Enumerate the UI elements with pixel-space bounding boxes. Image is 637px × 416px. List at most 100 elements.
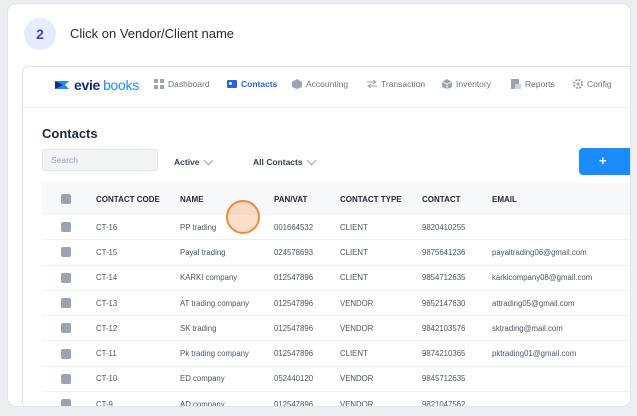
cell-contact: 9852147630 (422, 290, 492, 317)
header-contact-code[interactable]: CONTACT CODE (96, 183, 180, 215)
cell-contact-code: CT-10 (96, 366, 180, 393)
contacts-filter-dropdown[interactable]: All Contacts (253, 155, 317, 167)
cell-contact-code: CT-9 (96, 391, 180, 406)
table-row[interactable]: CT-13 AT trading company 012547896 VENDOR 98… (42, 290, 630, 317)
row-checkbox[interactable] (61, 323, 71, 334)
cell-pan-vat: 012547896 (274, 265, 340, 291)
app-screenshot-frame: evie books Dashboard Contacts Accounting … (22, 66, 630, 406)
nav-transaction-label: Transaction (381, 79, 426, 89)
search-input[interactable]: Search (42, 149, 158, 171)
cell-contact-code: CT-14 (96, 265, 180, 291)
cell-name[interactable]: KARKI company (180, 265, 274, 291)
cell-name[interactable]: Pk trading company (180, 340, 274, 367)
header-contact-type[interactable]: CONTACT TYPE (340, 183, 422, 215)
tutorial-card: 2 Click on Vendor/Client name evie books … (8, 4, 630, 406)
cell-name[interactable]: Payal trading (180, 239, 274, 266)
cell-contact-type: CLIENT (340, 239, 422, 266)
step-number-badge: 2 (24, 18, 56, 50)
row-checkbox[interactable] (61, 373, 71, 384)
contacts-table: CONTACT CODE NAME PAN/VAT CONTACT TYPE C… (42, 183, 630, 406)
table-row[interactable]: CT-12 SK trading 012547896 VENDOR 9842103576… (42, 315, 630, 342)
table-row[interactable]: CT-9 AD company 012547896 VENDOR 9821047562 (42, 391, 630, 406)
status-filter-value: Active (174, 157, 200, 167)
cell-pan-vat: 012547896 (274, 340, 340, 367)
row-checkbox[interactable] (61, 399, 71, 406)
cell-contact-type: CLIENT (340, 265, 422, 291)
cell-pan-vat: 012547896 (274, 391, 340, 406)
table-row[interactable]: CT-14 KARKI company 012547896 CLIENT 9854712… (42, 265, 630, 291)
row-checkbox[interactable] (61, 348, 71, 359)
header-email[interactable]: EMAIL (492, 183, 630, 215)
transaction-icon (367, 79, 377, 89)
cell-contact: 9874210365 (422, 340, 492, 367)
row-checkbox[interactable] (61, 272, 71, 283)
nav-accounting-label: Accounting (306, 79, 349, 89)
cell-pan-vat: 052440120 (274, 366, 340, 393)
nav-reports[interactable]: Reports (511, 79, 555, 89)
cell-contact-type: CLIENT (340, 215, 422, 241)
add-contact-button[interactable]: + (579, 148, 630, 175)
cell-email: attrading05@gmail.com (492, 290, 630, 317)
table-row[interactable]: CT-16 PP trading 001664532 CLIENT 9820410255 (42, 215, 630, 241)
top-navbar: evie books Dashboard Contacts Accounting … (23, 67, 630, 108)
cell-contact-code: CT-12 (96, 315, 180, 342)
table-row[interactable]: CT-10 ED company 052440120 VENDOR 9845712635 (42, 366, 630, 393)
select-all-checkbox[interactable] (61, 194, 71, 204)
nav-transaction[interactable]: Transaction (367, 79, 425, 89)
cell-contact-type: VENDOR (340, 315, 422, 342)
nav-inventory-label: Inventory (456, 79, 491, 89)
cell-contact-code: CT-11 (96, 340, 180, 367)
page-title: Contacts (42, 126, 98, 141)
cell-pan-vat: 012547896 (274, 315, 340, 342)
nav-inventory[interactable]: Inventory (442, 79, 491, 89)
cell-pan-vat: 001664532 (274, 215, 340, 241)
table-header-row: CONTACT CODE NAME PAN/VAT CONTACT TYPE C… (42, 183, 630, 215)
logo-mark-icon (55, 81, 69, 89)
cell-pan-vat: 012547896 (274, 290, 340, 317)
config-icon (573, 79, 583, 89)
row-checkbox[interactable] (61, 298, 71, 309)
nav-accounting[interactable]: Accounting (292, 79, 348, 89)
status-filter-dropdown[interactable]: Active (174, 155, 213, 167)
cell-name[interactable]: SK trading (180, 315, 274, 342)
cell-contact: 9875641236 (422, 239, 492, 266)
nav-dashboard[interactable]: Dashboard (154, 79, 210, 89)
nav-contacts-label: Contacts (241, 79, 278, 89)
evie-books-logo[interactable]: evie books (53, 77, 139, 93)
cell-pan-vat: 024578693 (274, 239, 340, 266)
cell-contact: 9845712635 (422, 366, 492, 393)
logo-text-books: books (103, 77, 139, 93)
nav-reports-label: Reports (525, 79, 555, 89)
cell-email (492, 366, 630, 393)
reports-icon (511, 79, 521, 89)
logo-text-evie: evie (74, 77, 101, 93)
nav-dashboard-label: Dashboard (168, 79, 210, 89)
contacts-icon (227, 80, 237, 88)
dashboard-icon (154, 79, 164, 89)
cell-email (492, 215, 630, 241)
chevron-down-icon (203, 155, 213, 166)
nav-config-label: Config (587, 79, 612, 89)
cell-contact-code: CT-13 (96, 290, 180, 317)
cell-contact-type: VENDOR (340, 391, 422, 406)
cell-name[interactable]: ED company (180, 366, 274, 393)
table-row[interactable]: CT-15 Payal trading 024578693 CLIENT 9875641… (42, 239, 630, 266)
cell-contact: 9821047562 (422, 391, 492, 406)
cell-contact-code: CT-15 (96, 239, 180, 266)
header-pan-vat[interactable]: PAN/VAT (274, 183, 340, 215)
row-checkbox[interactable] (61, 247, 71, 258)
header-contact[interactable]: CONTACT (422, 183, 492, 215)
cell-contact: 9820410255 (422, 215, 492, 241)
table-row[interactable]: CT-11 Pk trading company 012547896 CLIENT 98… (42, 340, 630, 367)
cell-contact: 9854712635 (422, 265, 492, 291)
cell-contact-code: CT-16 (96, 215, 180, 241)
nav-config[interactable]: Config (573, 79, 612, 89)
row-checkbox[interactable] (61, 222, 71, 233)
accounting-icon (292, 79, 302, 89)
cell-name[interactable]: AT trading company (180, 290, 274, 317)
cell-email: payaltrading06@gmail.com (492, 239, 630, 266)
cell-contact-type: VENDOR (340, 290, 422, 317)
cell-name[interactable]: AD company (180, 391, 274, 406)
cell-email: sktrading@mail.com (492, 315, 630, 342)
nav-contacts[interactable]: Contacts (227, 79, 277, 89)
